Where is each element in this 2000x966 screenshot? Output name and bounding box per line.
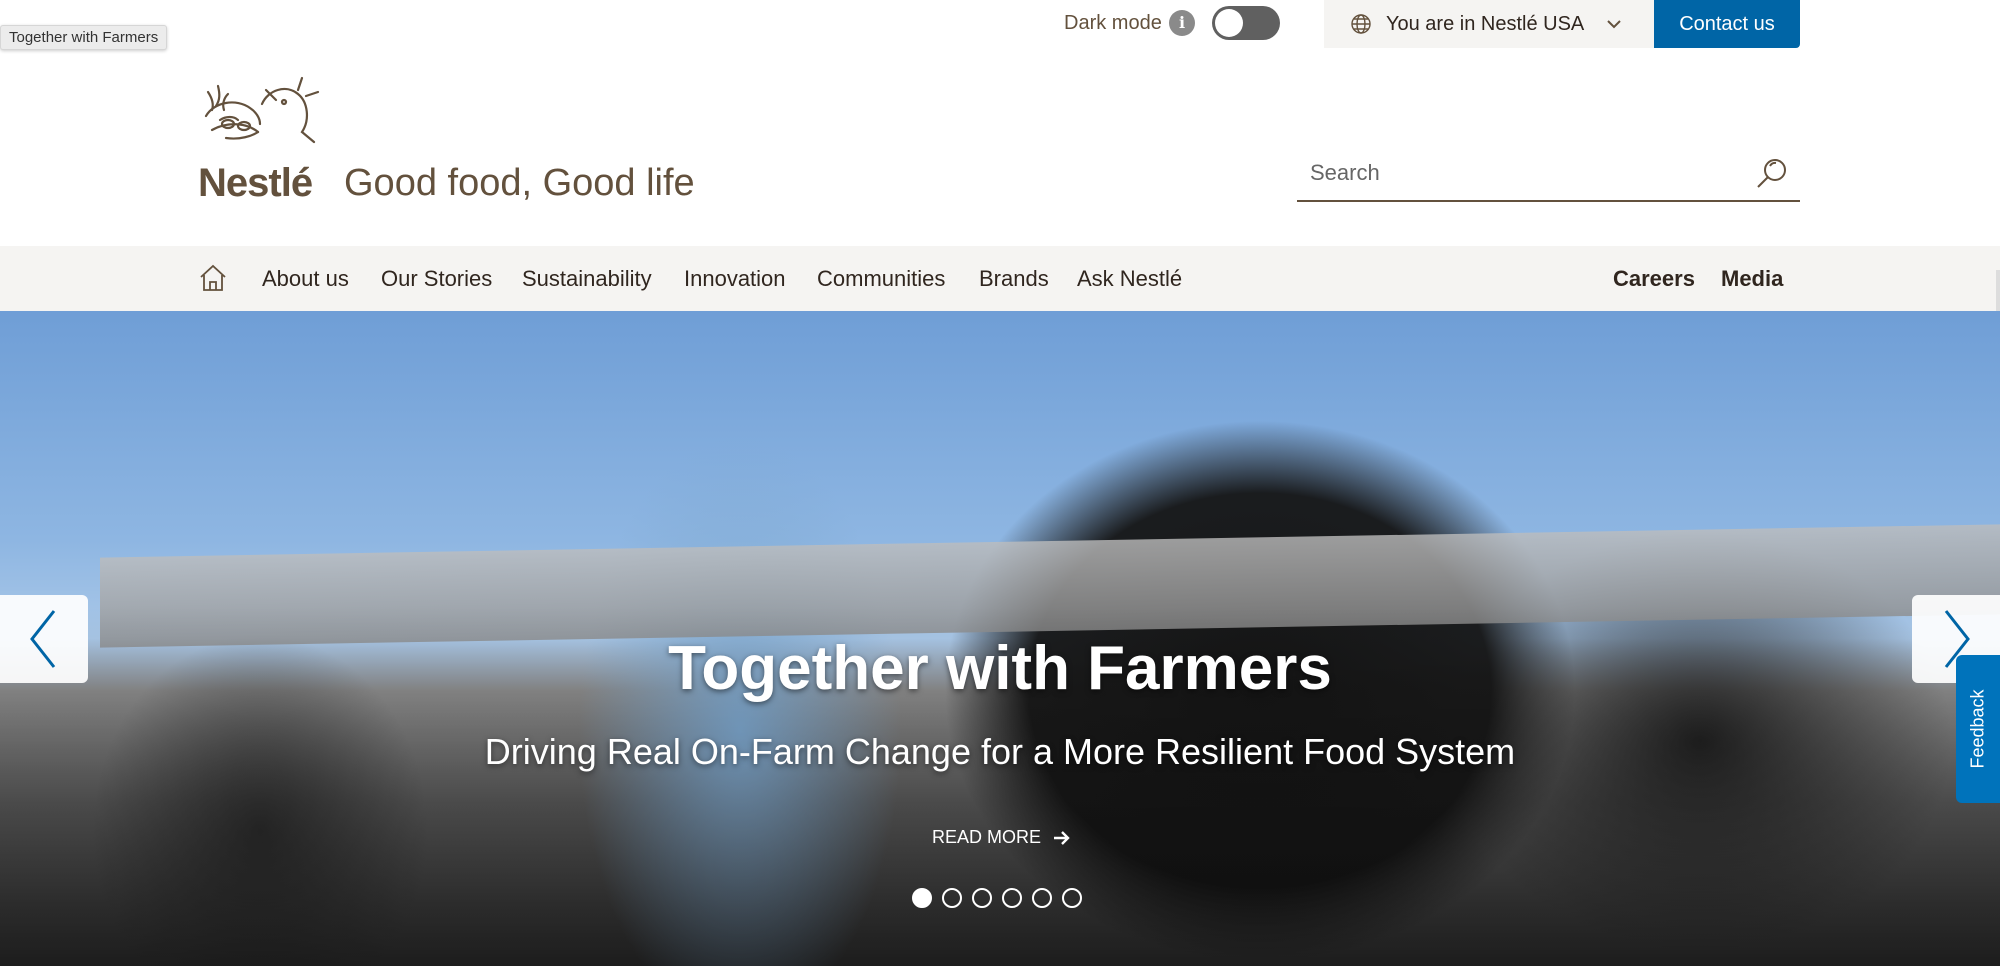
- main-navigation: About us Our Stories Sustainability Inno…: [0, 246, 2000, 312]
- brand-tagline: Good food, Good life: [344, 162, 695, 204]
- nav-item-communities[interactable]: Communities: [817, 266, 945, 292]
- home-icon[interactable]: [198, 263, 228, 293]
- feedback-label: Feedback: [1967, 689, 1988, 769]
- search-field[interactable]: Search: [1297, 148, 1800, 202]
- carousel-dot[interactable]: [1032, 888, 1052, 908]
- hover-tooltip: Together with Farmers: [0, 25, 168, 50]
- nav-item-brands[interactable]: Brands: [979, 266, 1049, 292]
- carousel-dot[interactable]: [1062, 888, 1082, 908]
- search-icon[interactable]: [1754, 156, 1790, 192]
- carousel-dot[interactable]: [1002, 888, 1022, 908]
- hero-subtitle: Driving Real On-Farm Change for a More R…: [484, 731, 1516, 772]
- globe-icon: [1351, 14, 1371, 34]
- arrow-right-icon: [1054, 830, 1070, 845]
- nav-item-sustainability[interactable]: Sustainability: [522, 266, 652, 292]
- nav-item-ask-nestle[interactable]: Ask Nestlé: [1077, 266, 1182, 292]
- toggle-knob: [1215, 9, 1243, 37]
- carousel-dot[interactable]: [972, 888, 992, 908]
- carousel-pagination: [912, 888, 1082, 908]
- carousel-prev-button[interactable]: [0, 595, 88, 683]
- hero-carousel: Together with Farmers Driving Real On-Fa…: [0, 311, 2000, 966]
- nav-item-our-stories[interactable]: Our Stories: [381, 266, 492, 292]
- chevron-down-icon: [1607, 20, 1621, 29]
- nav-item-media[interactable]: Media: [1721, 266, 1783, 292]
- carousel-dot[interactable]: [942, 888, 962, 908]
- read-more-label: READ MORE: [932, 827, 1042, 847]
- hero-title: Together with Farmers: [668, 634, 1332, 703]
- scroll-edge: [1996, 270, 2000, 312]
- feedback-tab[interactable]: Feedback: [1956, 655, 2000, 803]
- nav-item-about-us[interactable]: About us: [262, 266, 349, 292]
- chevron-left-icon: [30, 610, 56, 668]
- read-more-link[interactable]: READ MORE: [932, 827, 1071, 848]
- search-input[interactable]: Search: [1310, 160, 1380, 186]
- contact-us-button[interactable]: Contact us: [1654, 0, 1800, 48]
- country-selector[interactable]: You are in Nestlé USA: [1324, 0, 1654, 48]
- dark-mode-toggle[interactable]: [1212, 6, 1280, 40]
- nav-item-careers[interactable]: Careers: [1613, 266, 1695, 292]
- info-icon[interactable]: i: [1169, 10, 1195, 36]
- country-label: You are in Nestlé USA: [1386, 12, 1585, 35]
- nav-item-innovation[interactable]: Innovation: [684, 266, 786, 292]
- nestle-logo[interactable]: Nestlé: [198, 72, 322, 200]
- utility-bar: Dark mode i You are in Nestlé USA Contac…: [0, 0, 2000, 48]
- carousel-dot[interactable]: [912, 888, 932, 908]
- svg-text:Nestlé: Nestlé: [198, 161, 312, 200]
- dark-mode-label: Dark mode: [1064, 12, 1162, 34]
